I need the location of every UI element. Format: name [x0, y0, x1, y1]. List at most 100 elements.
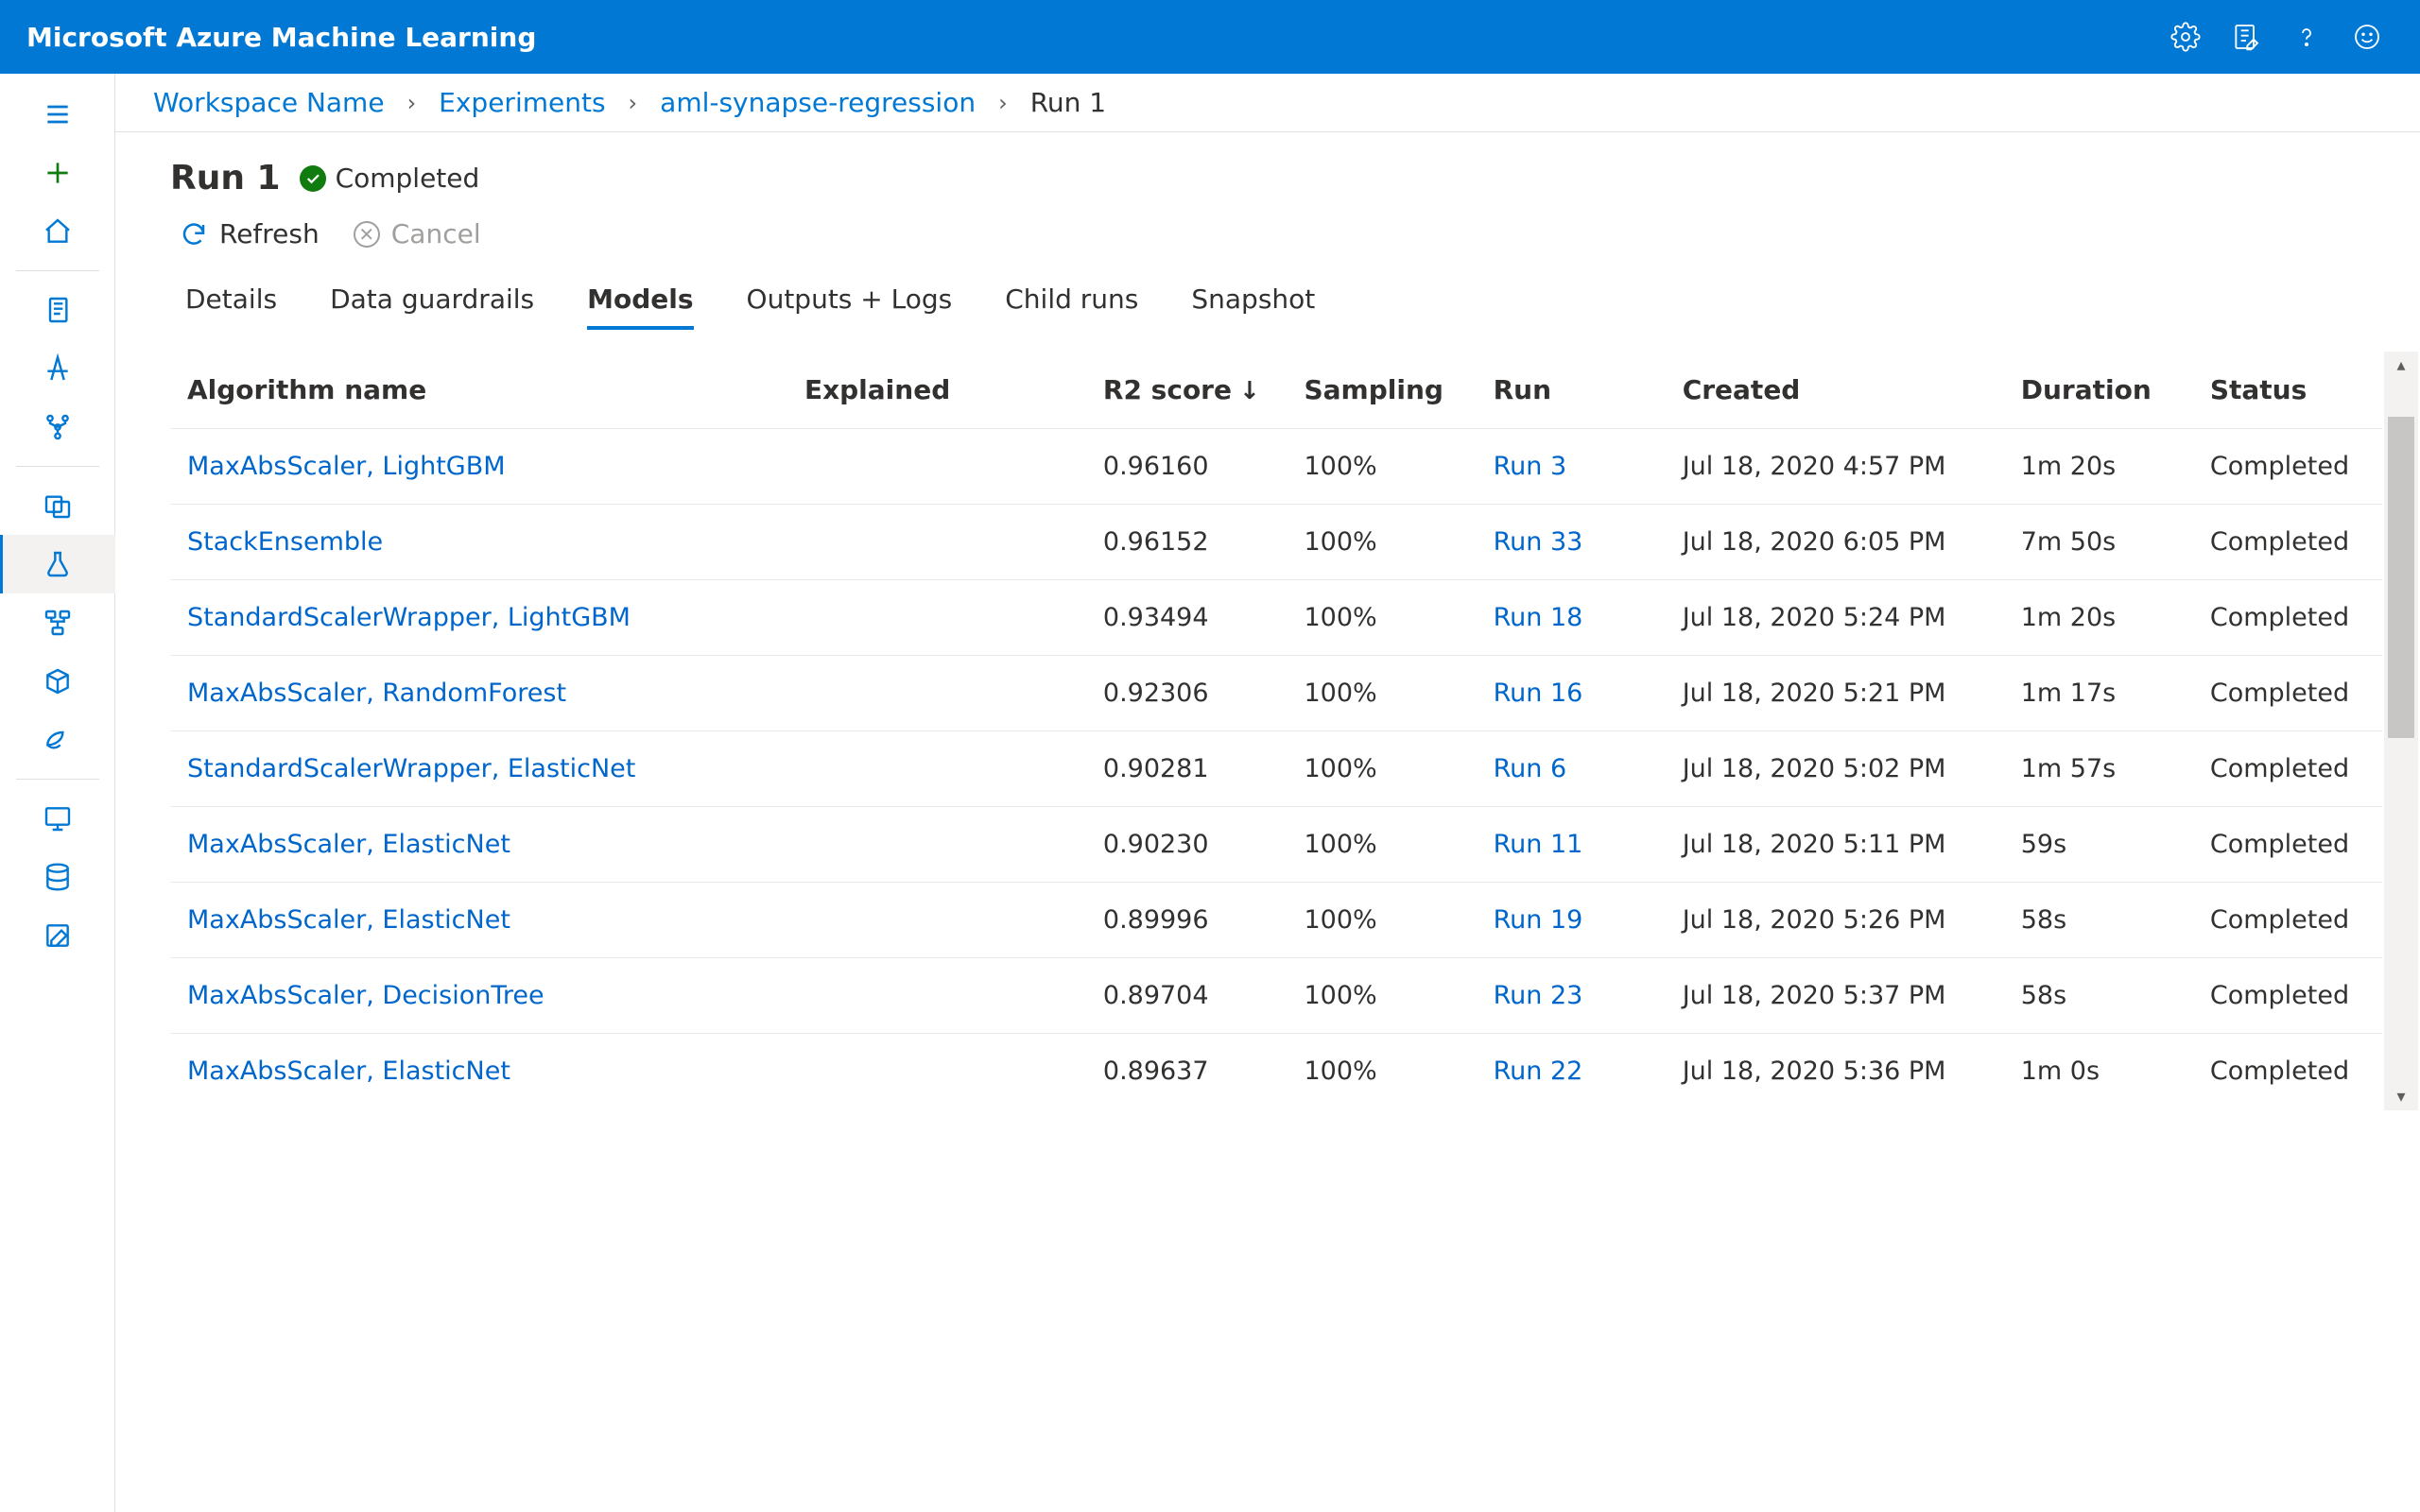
compute-icon[interactable]	[0, 789, 115, 848]
run-link[interactable]: Run 19	[1494, 905, 1583, 935]
refresh-label: Refresh	[219, 218, 320, 249]
col-sampling[interactable]: Sampling	[1288, 352, 1477, 429]
col-run[interactable]: Run	[1477, 352, 1666, 429]
scrollbar-track[interactable]	[2384, 379, 2418, 1083]
feedback-form-icon[interactable]	[2220, 10, 2273, 63]
cancel-icon: ✕	[354, 221, 380, 248]
refresh-button[interactable]: Refresh	[180, 218, 320, 249]
algorithm-link[interactable]: MaxAbsScaler, ElasticNet	[187, 1057, 510, 1086]
endpoints-icon[interactable]	[0, 711, 115, 769]
algorithm-link[interactable]: MaxAbsScaler, LightGBM	[187, 452, 506, 481]
scroll-up-arrow-icon[interactable]: ▴	[2396, 352, 2405, 379]
cancel-button: ✕ Cancel	[354, 218, 481, 249]
cell-explained	[787, 1034, 1086, 1109]
tab-child-runs[interactable]: Child runs	[1005, 270, 1138, 328]
cell-r2: 0.93494	[1086, 580, 1288, 656]
algorithm-link[interactable]: MaxAbsScaler, ElasticNet	[187, 905, 510, 935]
hamburger-menu-icon[interactable]	[0, 85, 115, 144]
chevron-right-icon: ›	[407, 90, 417, 116]
chevron-right-icon: ›	[629, 90, 638, 116]
cell-sampling: 100%	[1288, 883, 1477, 958]
col-status[interactable]: Status	[2193, 352, 2382, 429]
col-duration[interactable]: Duration	[2004, 352, 2193, 429]
cell-sampling: 100%	[1288, 429, 1477, 505]
cell-duration: 58s	[2004, 958, 2193, 1034]
col-explained[interactable]: Explained	[787, 352, 1086, 429]
cell-status: Completed	[2193, 429, 2382, 505]
run-link[interactable]: Run 23	[1494, 981, 1583, 1010]
cell-explained	[787, 656, 1086, 731]
col-created[interactable]: Created	[1666, 352, 2004, 429]
tab-models[interactable]: Models	[587, 270, 693, 328]
tab-outputs-logs[interactable]: Outputs + Logs	[747, 270, 953, 328]
experiments-icon[interactable]	[0, 535, 115, 593]
new-plus-icon[interactable]	[0, 144, 115, 202]
run-link[interactable]: Run 16	[1494, 679, 1583, 708]
tab-details[interactable]: Details	[185, 270, 277, 328]
breadcrumb-experiments[interactable]: Experiments	[439, 87, 605, 118]
left-nav-rail	[0, 74, 115, 1512]
datasets-icon[interactable]	[0, 476, 115, 535]
breadcrumb-workspace[interactable]: Workspace Name	[153, 87, 385, 118]
cell-created: Jul 18, 2020 5:37 PM	[1666, 958, 2004, 1034]
page-title: Run 1	[170, 159, 281, 198]
cell-status: Completed	[2193, 807, 2382, 883]
breadcrumb-experiment-name[interactable]: aml-synapse-regression	[660, 87, 976, 118]
algorithm-link[interactable]: MaxAbsScaler, DecisionTree	[187, 981, 544, 1010]
cell-explained	[787, 731, 1086, 807]
cell-status: Completed	[2193, 505, 2382, 580]
run-link[interactable]: Run 6	[1494, 754, 1567, 783]
run-link[interactable]: Run 33	[1494, 527, 1583, 557]
help-icon[interactable]	[2280, 10, 2333, 63]
run-link[interactable]: Run 18	[1494, 603, 1583, 632]
home-icon[interactable]	[0, 202, 115, 261]
smile-feedback-icon[interactable]	[2341, 10, 2394, 63]
cell-created: Jul 18, 2020 5:26 PM	[1666, 883, 2004, 958]
models-icon[interactable]	[0, 652, 115, 711]
cell-duration: 59s	[2004, 807, 2193, 883]
cell-duration: 1m 20s	[2004, 580, 2193, 656]
algorithm-link[interactable]: StackEnsemble	[187, 527, 383, 557]
algorithm-link[interactable]: MaxAbsScaler, RandomForest	[187, 679, 566, 708]
tab-data-guardrails[interactable]: Data guardrails	[330, 270, 534, 328]
designer-icon[interactable]	[0, 398, 115, 456]
algorithm-link[interactable]: StandardScalerWrapper, LightGBM	[187, 603, 631, 632]
cell-r2: 0.96160	[1086, 429, 1288, 505]
cell-explained	[787, 807, 1086, 883]
scrollbar-thumb[interactable]	[2388, 417, 2414, 738]
cell-status: Completed	[2193, 656, 2382, 731]
algorithm-link[interactable]: StandardScalerWrapper, ElasticNet	[187, 754, 635, 783]
status-badge: Completed	[300, 163, 480, 194]
datastores-icon[interactable]	[0, 848, 115, 906]
table-row: MaxAbsScaler, LightGBM0.96160100%Run 3Ju…	[170, 429, 2382, 505]
col-algorithm[interactable]: Algorithm name	[170, 352, 787, 429]
cell-status: Completed	[2193, 958, 2382, 1034]
run-link[interactable]: Run 3	[1494, 452, 1567, 481]
cell-r2: 0.89996	[1086, 883, 1288, 958]
cell-status: Completed	[2193, 883, 2382, 958]
notebooks-icon[interactable]	[0, 281, 115, 339]
scroll-down-arrow-icon[interactable]: ▾	[2396, 1083, 2405, 1110]
settings-icon[interactable]	[2159, 10, 2212, 63]
labeling-icon[interactable]	[0, 906, 115, 965]
col-r2score[interactable]: R2 score↓	[1086, 352, 1288, 429]
table-row: StackEnsemble0.96152100%Run 33Jul 18, 20…	[170, 505, 2382, 580]
run-link[interactable]: Run 11	[1494, 830, 1583, 859]
table-row: MaxAbsScaler, RandomForest0.92306100%Run…	[170, 656, 2382, 731]
table-row: MaxAbsScaler, ElasticNet0.89637100%Run 2…	[170, 1034, 2382, 1109]
vertical-scrollbar[interactable]: ▴ ▾	[2384, 352, 2418, 1110]
automl-icon[interactable]	[0, 339, 115, 398]
status-label: Completed	[336, 163, 480, 194]
run-link[interactable]: Run 22	[1494, 1057, 1583, 1086]
cell-sampling: 100%	[1288, 505, 1477, 580]
cell-duration: 1m 20s	[2004, 429, 2193, 505]
tab-snapshot[interactable]: Snapshot	[1191, 270, 1315, 328]
pipelines-icon[interactable]	[0, 593, 115, 652]
cell-sampling: 100%	[1288, 731, 1477, 807]
col-r2-label: R2 score	[1103, 374, 1232, 405]
breadcrumb-current: Run 1	[1030, 87, 1106, 118]
algorithm-link[interactable]: MaxAbsScaler, ElasticNet	[187, 830, 510, 859]
cell-created: Jul 18, 2020 6:05 PM	[1666, 505, 2004, 580]
cell-r2: 0.90281	[1086, 731, 1288, 807]
cell-status: Completed	[2193, 731, 2382, 807]
